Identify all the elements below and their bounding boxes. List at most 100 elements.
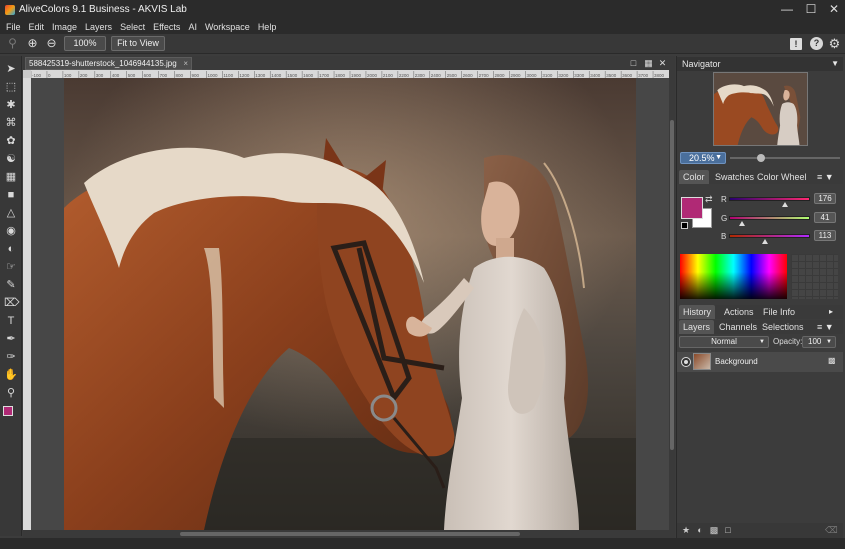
channel-r-slider[interactable] <box>729 197 810 201</box>
channel-g-knob[interactable] <box>738 221 745 226</box>
chevron-down-icon[interactable]: ▼ <box>715 153 722 163</box>
navigator-header: Navigator ▼ <box>677 57 843 71</box>
help-icon[interactable]: ? <box>810 37 823 50</box>
menu-select[interactable]: Select <box>116 22 149 32</box>
tab-layers[interactable]: Layers <box>679 320 715 334</box>
foreground-color-box[interactable] <box>681 197 703 219</box>
document-tab[interactable]: 588425319-shutterstock_1046944135.jpg × <box>25 57 192 70</box>
blend-mode-select[interactable]: Normal ▼ <box>679 336 769 348</box>
tab-file-info[interactable]: File Info <box>759 305 799 319</box>
navigator-preview <box>714 73 807 145</box>
delete-layer-icon[interactable]: ⌫ <box>825 525 838 535</box>
tab-selections[interactable]: Selections <box>758 320 808 334</box>
navigator-thumbnail[interactable] <box>713 72 808 146</box>
layer-visibility-eye-icon[interactable] <box>682 358 690 366</box>
channel-b-slider[interactable] <box>729 234 810 238</box>
settings-gear-icon[interactable]: ⚙ <box>827 36 842 51</box>
menu-help[interactable]: Help <box>254 22 281 32</box>
close-icon[interactable]: ✕ <box>823 0 845 19</box>
healing-brush-icon[interactable]: ✿ <box>4 134 18 148</box>
bucket-icon[interactable]: ◉ <box>4 224 18 238</box>
eyedropper-icon[interactable]: ✑ <box>4 350 18 364</box>
menu-file[interactable]: File <box>2 22 25 32</box>
opacity-label: Opacity: <box>773 337 803 346</box>
layer-mask-icon[interactable]: ◐ <box>695 525 705 535</box>
opacity-field[interactable]: 100 ▼ <box>802 336 836 348</box>
reset-colors-icon[interactable] <box>681 222 688 229</box>
tab-swatches[interactable]: Swatches <box>711 170 758 184</box>
menu-layers[interactable]: Layers <box>81 22 116 32</box>
vertical-scroll-thumb[interactable] <box>670 120 674 450</box>
minimize-icon[interactable]: — <box>776 0 798 19</box>
menu-image[interactable]: Image <box>48 22 81 32</box>
new-layer-icon[interactable]: □ <box>723 525 733 535</box>
horizontal-scroll-thumb[interactable] <box>180 532 520 536</box>
navigator-zoom-knob[interactable] <box>756 154 765 162</box>
navigator-zoom-slider[interactable] <box>730 157 840 159</box>
channel-b-value[interactable]: 113 <box>814 230 836 241</box>
menu-bar: File Edit Image Layers Select Effects AI… <box>0 19 845 34</box>
smudge-icon[interactable]: ☞ <box>4 260 18 274</box>
color-spectrum[interactable] <box>680 254 787 299</box>
close-tab-icon[interactable]: × <box>183 58 188 70</box>
window-title: AliveColors 9.1 Business - AKVIS Lab <box>19 4 187 15</box>
move-tool-icon[interactable]: ➤ <box>4 62 18 76</box>
crop-icon[interactable]: ⌘ <box>4 116 18 130</box>
menu-workspace[interactable]: Workspace <box>201 22 254 32</box>
hand-icon[interactable]: ✋ <box>4 368 18 382</box>
zoom-in-icon[interactable]: ⊕ <box>25 36 40 51</box>
fit-to-view-button[interactable]: Fit to View <box>111 36 165 51</box>
close-document-icon[interactable]: ✕ <box>655 56 670 71</box>
zoom-out-icon[interactable]: ⊖ <box>44 36 59 51</box>
layer-row[interactable]: Background ▩ <box>677 352 843 372</box>
blend-mode-value: Normal <box>711 337 737 346</box>
tab-actions[interactable]: Actions <box>720 305 758 319</box>
zoom-icon[interactable]: ⚲ <box>4 386 18 400</box>
recent-colors-grid[interactable] <box>791 254 838 299</box>
maximize-icon[interactable]: ☐ <box>800 0 822 19</box>
brush-icon[interactable]: ⌦ <box>4 296 20 310</box>
options-toolbar: ⚲ ⊕ ⊖ 100% Fit to View ! ? ⚙ <box>0 34 845 54</box>
menu-edit[interactable]: Edit <box>25 22 49 32</box>
panel-menu-icon[interactable]: ≡ ▼ <box>817 320 834 334</box>
channel-r-value[interactable]: 176 <box>814 193 836 204</box>
chevron-right-icon[interactable]: ▸ <box>829 305 833 319</box>
dodge-icon[interactable]: ◐ <box>4 242 18 256</box>
navigator-zoom-field[interactable]: 20.5% ▼ <box>680 152 726 164</box>
zoom-tool-icon: ⚲ <box>8 36 17 50</box>
foreground-color-swatch[interactable] <box>3 406 13 416</box>
ruler-corner <box>23 70 31 78</box>
eraser-icon[interactable]: ▦ <box>4 170 18 184</box>
layers-footer: ★ ◐ ▩ □ ⌫ <box>677 523 843 538</box>
rect-select-icon[interactable]: ⬚ <box>4 80 18 94</box>
panel-menu-icon[interactable]: ≡ ▼ <box>817 170 834 184</box>
grid-view-icon[interactable]: ▦ <box>641 56 656 71</box>
channel-b-knob[interactable] <box>761 239 768 244</box>
menu-effects[interactable]: Effects <box>149 22 184 32</box>
zoom-100-button[interactable]: 100% <box>64 36 106 51</box>
panel-menu-icon[interactable]: ▼ <box>831 57 839 71</box>
clone-stamp-icon[interactable]: ☯ <box>4 152 18 166</box>
tab-history[interactable]: History <box>679 305 716 319</box>
text-icon[interactable]: T <box>4 314 18 328</box>
swap-colors-icon[interactable]: ⇄ <box>705 194 713 205</box>
document-icon[interactable]: □ <box>626 56 641 71</box>
new-adjustment-icon[interactable]: ★ <box>681 525 691 535</box>
tab-channels[interactable]: Channels <box>715 320 761 334</box>
tab-color-wheel[interactable]: Color Wheel <box>753 170 811 184</box>
menu-ai[interactable]: AI <box>184 22 201 32</box>
lock-icon[interactable]: ▩ <box>828 356 836 365</box>
pen-icon[interactable]: ✎ <box>4 278 18 292</box>
navigator-zoom-value: 20.5% <box>689 153 715 163</box>
sharpen-icon[interactable]: △ <box>4 206 18 220</box>
notification-icon[interactable]: ! <box>790 38 802 50</box>
channel-g-slider[interactable] <box>729 216 810 220</box>
photo-canvas[interactable] <box>64 78 636 530</box>
stamp-icon[interactable]: ■ <box>4 188 18 202</box>
magic-wand-icon[interactable]: ✱ <box>4 98 18 112</box>
tab-color[interactable]: Color <box>679 170 709 184</box>
channel-g-value[interactable]: 41 <box>814 212 836 223</box>
channel-r-knob[interactable] <box>781 202 788 207</box>
path-icon[interactable]: ✒ <box>4 332 18 346</box>
new-group-icon[interactable]: ▩ <box>709 525 719 535</box>
